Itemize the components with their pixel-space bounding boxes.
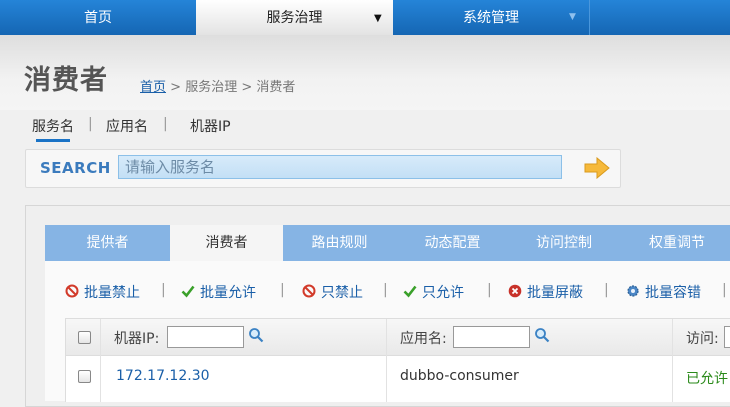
consumer-table: 机器IP: 应用名: 访问: 172.17.12.30 dubbo-consum… bbox=[65, 318, 730, 402]
batch-block-label: 批量屏蔽 bbox=[527, 285, 583, 301]
tab-providers[interactable]: 提供者 bbox=[45, 225, 170, 261]
breadcrumb-section: 服务治理 bbox=[185, 80, 238, 95]
tab-consumers-label: 消费者 bbox=[205, 235, 248, 251]
subtab-machine-ip[interactable]: 机器IP bbox=[190, 116, 231, 136]
column-divider bbox=[100, 319, 101, 402]
gear-icon bbox=[627, 285, 639, 297]
breadcrumb-current: 消费者 bbox=[256, 80, 296, 95]
row-access-status: 已允许 bbox=[686, 371, 728, 387]
batch-fault-tolerance-label: 批量容错 bbox=[645, 285, 701, 301]
batch-forbid-button[interactable]: 批量禁止 bbox=[65, 282, 140, 302]
allow-only-button[interactable]: 只允许 bbox=[403, 282, 464, 302]
tab-routing-rules-label: 路由规则 bbox=[311, 235, 368, 251]
arrow-right-icon[interactable] bbox=[584, 157, 610, 179]
tab-weight-adjust-label: 权重调节 bbox=[649, 235, 705, 251]
tab-dynamic-config[interactable]: 动态配置 bbox=[396, 225, 509, 261]
batch-allow-button[interactable]: 批量允许 bbox=[181, 282, 256, 302]
top-nav: 首页 服务治理 ▼ 系统管理 ▼ bbox=[0, 0, 730, 35]
panel-tabbar: 提供者 消费者 路由规则 动态配置 访问控制 权重调节 bbox=[45, 225, 730, 261]
search-icon[interactable] bbox=[248, 327, 264, 343]
action-separator: | bbox=[604, 282, 609, 298]
subtab-service-name[interactable]: 服务名 bbox=[32, 116, 74, 136]
search-input[interactable] bbox=[118, 155, 562, 179]
header-access: 访问: bbox=[686, 331, 719, 347]
header-machine-ip: 机器IP: bbox=[114, 331, 160, 347]
batch-block-button[interactable]: 批量屏蔽 bbox=[508, 282, 583, 302]
check-icon bbox=[181, 285, 195, 298]
chevron-down-icon: ▼ bbox=[569, 12, 576, 22]
breadcrumb-separator: > bbox=[241, 80, 253, 95]
tab-dynamic-config-label: 动态配置 bbox=[424, 235, 481, 251]
nav-home[interactable]: 首页 bbox=[0, 0, 196, 35]
check-icon bbox=[403, 285, 417, 298]
subtab-app-name[interactable]: 应用名 bbox=[106, 116, 148, 136]
breadcrumb-separator: > bbox=[170, 80, 182, 95]
column-divider bbox=[672, 319, 673, 402]
breadcrumb: 首页 > 服务治理 > 消费者 bbox=[140, 76, 295, 95]
tab-consumers[interactable]: 消费者 bbox=[170, 225, 283, 261]
nav-service-governance-label: 服务治理 bbox=[266, 10, 323, 26]
tab-routing-rules[interactable]: 路由规则 bbox=[283, 225, 396, 261]
batch-forbid-label: 批量禁止 bbox=[84, 285, 140, 301]
row-machine-ip-link[interactable]: 172.17.12.30 bbox=[116, 368, 210, 384]
page-title: 消费者 bbox=[24, 65, 108, 96]
tab-providers-label: 提供者 bbox=[86, 235, 129, 251]
breadcrumb-home-link[interactable]: 首页 bbox=[140, 80, 166, 95]
row-app-name: dubbo-consumer bbox=[400, 368, 519, 384]
nav-service-governance[interactable]: 服务治理 ▼ bbox=[196, 0, 393, 35]
forbid-icon bbox=[302, 284, 316, 298]
subtab-separator: | bbox=[163, 116, 168, 132]
nav-system-management-label: 系统管理 bbox=[463, 10, 519, 26]
access-filter-input[interactable] bbox=[724, 326, 730, 348]
tab-access-control-label: 访问控制 bbox=[536, 235, 592, 251]
batch-allow-label: 批量允许 bbox=[200, 285, 256, 301]
chevron-down-icon: ▼ bbox=[374, 13, 382, 24]
subtab-separator: | bbox=[88, 116, 93, 132]
search-icon[interactable] bbox=[534, 327, 550, 343]
action-separator: | bbox=[280, 282, 285, 298]
forbid-icon bbox=[65, 284, 79, 298]
subtab-active-indicator bbox=[36, 139, 70, 142]
app-name-filter-input[interactable] bbox=[453, 326, 530, 348]
row-checkbox[interactable] bbox=[78, 370, 91, 383]
header-app-name: 应用名: bbox=[400, 331, 447, 347]
action-separator: | bbox=[487, 282, 492, 298]
nav-home-label: 首页 bbox=[84, 10, 112, 26]
nav-system-management[interactable]: 系统管理 ▼ bbox=[393, 0, 589, 35]
tab-weight-adjust[interactable]: 权重调节 bbox=[619, 225, 730, 261]
column-divider bbox=[386, 319, 387, 402]
allow-only-label: 只允许 bbox=[422, 285, 464, 301]
header-band bbox=[0, 35, 730, 110]
select-all-checkbox[interactable] bbox=[78, 331, 91, 344]
machine-ip-filter-input[interactable] bbox=[167, 326, 244, 348]
table-header: 机器IP: 应用名: 访问: bbox=[66, 319, 730, 356]
search-bar: SEARCH bbox=[25, 149, 621, 188]
forbid-only-button[interactable]: 只禁止 bbox=[302, 282, 363, 302]
nav-extra bbox=[589, 0, 730, 35]
action-separator: | bbox=[722, 282, 727, 298]
action-separator: | bbox=[161, 282, 166, 298]
tab-access-control[interactable]: 访问控制 bbox=[509, 225, 619, 261]
action-separator: | bbox=[383, 282, 388, 298]
forbid-only-label: 只禁止 bbox=[321, 285, 363, 301]
batch-fault-tolerance-button[interactable]: 批量容错 bbox=[626, 282, 701, 302]
search-label: SEARCH bbox=[40, 159, 111, 177]
block-icon bbox=[508, 284, 522, 298]
